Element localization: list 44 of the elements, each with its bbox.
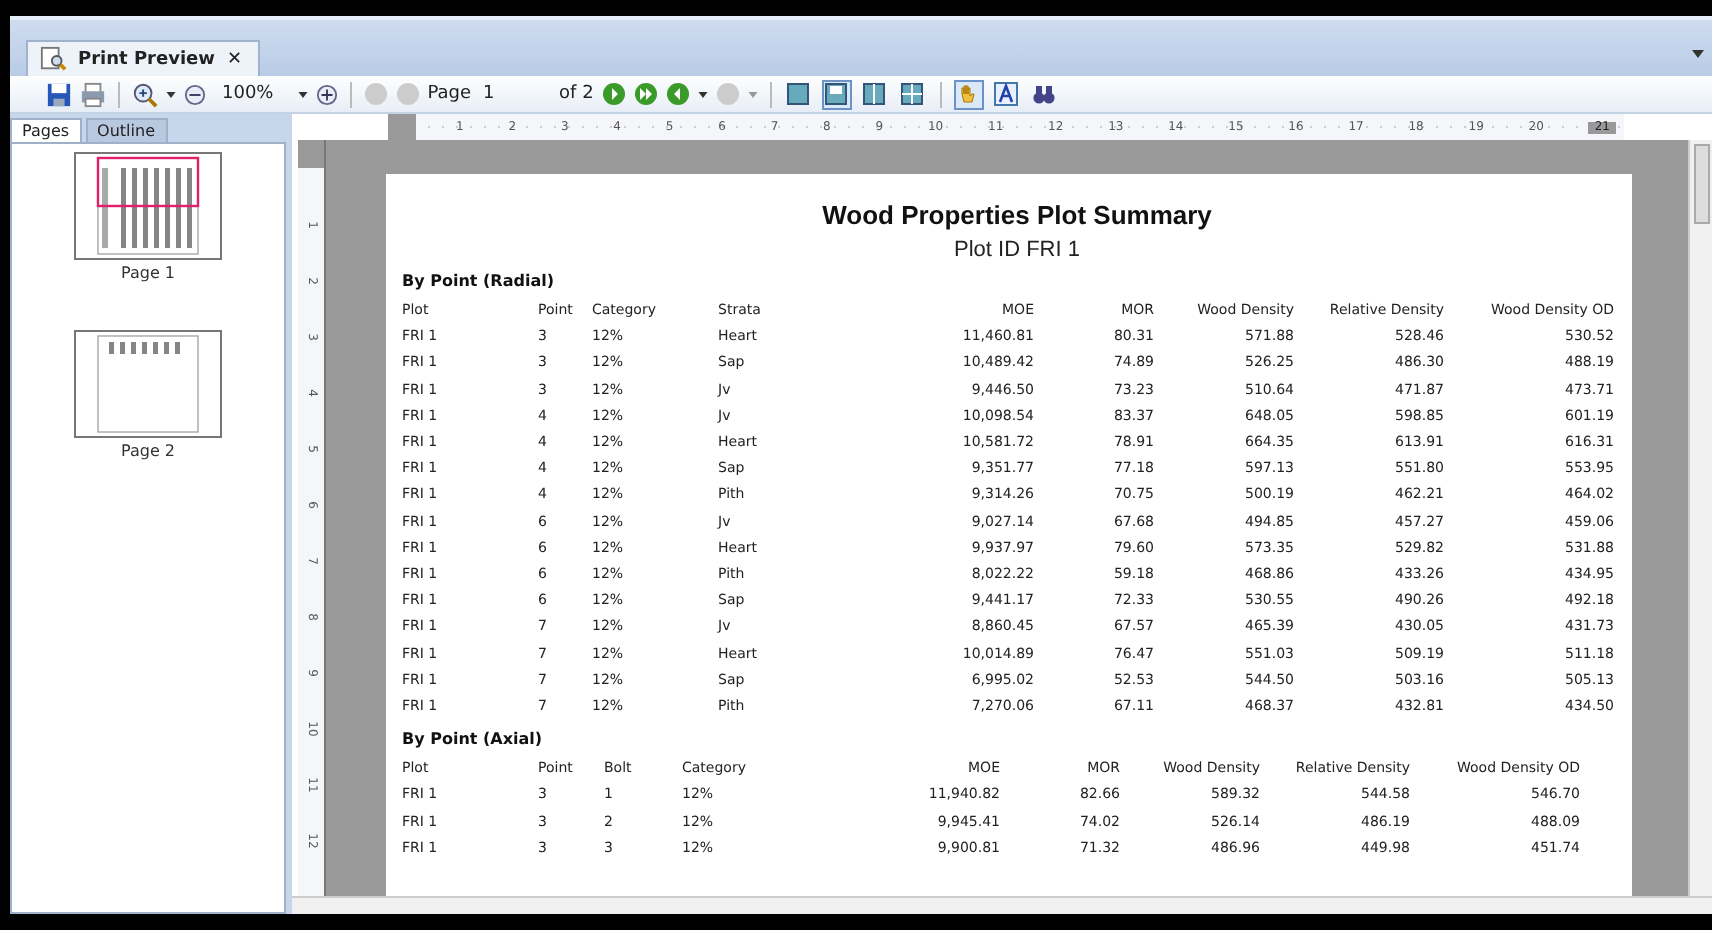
zoom-in-icon[interactable]: [132, 81, 158, 107]
caret-icon[interactable]: [166, 91, 176, 97]
page-label: Page: [427, 84, 472, 104]
report-subtitle: Plot ID FRI 1: [952, 238, 1082, 262]
panel-tab[interactable]: Outline: [85, 118, 167, 142]
back-icon[interactable]: [665, 82, 690, 106]
next-page-icon[interactable]: [601, 82, 626, 106]
section-heading: By Point (Axial): [402, 730, 545, 749]
page-layout-button[interactable]: [897, 79, 928, 109]
letter-a-icon: [994, 82, 1019, 106]
page-layout-button[interactable]: [783, 79, 814, 109]
print-preview-tab[interactable]: Print Preview ✕: [26, 40, 261, 76]
page-layout-icon: [862, 82, 887, 106]
dropdown-caret-icon[interactable]: [1692, 50, 1704, 58]
hand-icon: [956, 82, 981, 106]
magnifier-page-icon: [40, 46, 66, 72]
page-layout-button[interactable]: [821, 79, 852, 109]
save-icon[interactable]: [46, 81, 72, 107]
page-layout-icon: [824, 82, 849, 106]
text-select-button[interactable]: [991, 79, 1022, 109]
vertical-scrollbar[interactable]: [1688, 140, 1712, 896]
print-icon[interactable]: [80, 81, 106, 107]
page-layout-button[interactable]: [859, 79, 890, 109]
zoom-in-icon[interactable]: [315, 83, 338, 105]
zoom-out-icon[interactable]: [184, 83, 206, 105]
zoom-level[interactable]: 100%: [214, 84, 290, 104]
close-button[interactable]: ✕: [226, 49, 243, 69]
caret-icon[interactable]: [697, 91, 708, 97]
last-page-icon[interactable]: [633, 82, 658, 106]
page-count: of 2: [559, 84, 594, 104]
report-title: Wood Properties Plot Summary: [820, 200, 1214, 230]
binoculars-icon: [1032, 82, 1057, 106]
horizontal-scrollbar[interactable]: [292, 896, 1712, 914]
page-label: Page 2: [121, 442, 175, 460]
page-label: Page 1: [121, 264, 175, 282]
section-heading: By Point (Radial): [402, 272, 556, 290]
page-layout-icon: [900, 82, 925, 106]
tab-title: Print Preview: [78, 49, 215, 69]
page-thumbnail[interactable]: [74, 330, 222, 438]
caret-icon[interactable]: [297, 91, 308, 97]
panel-tab[interactable]: Pages: [10, 118, 82, 142]
page-layout-icon: [786, 82, 811, 106]
page-number-field[interactable]: 1: [479, 84, 552, 104]
page-thumbnail[interactable]: [74, 152, 222, 260]
